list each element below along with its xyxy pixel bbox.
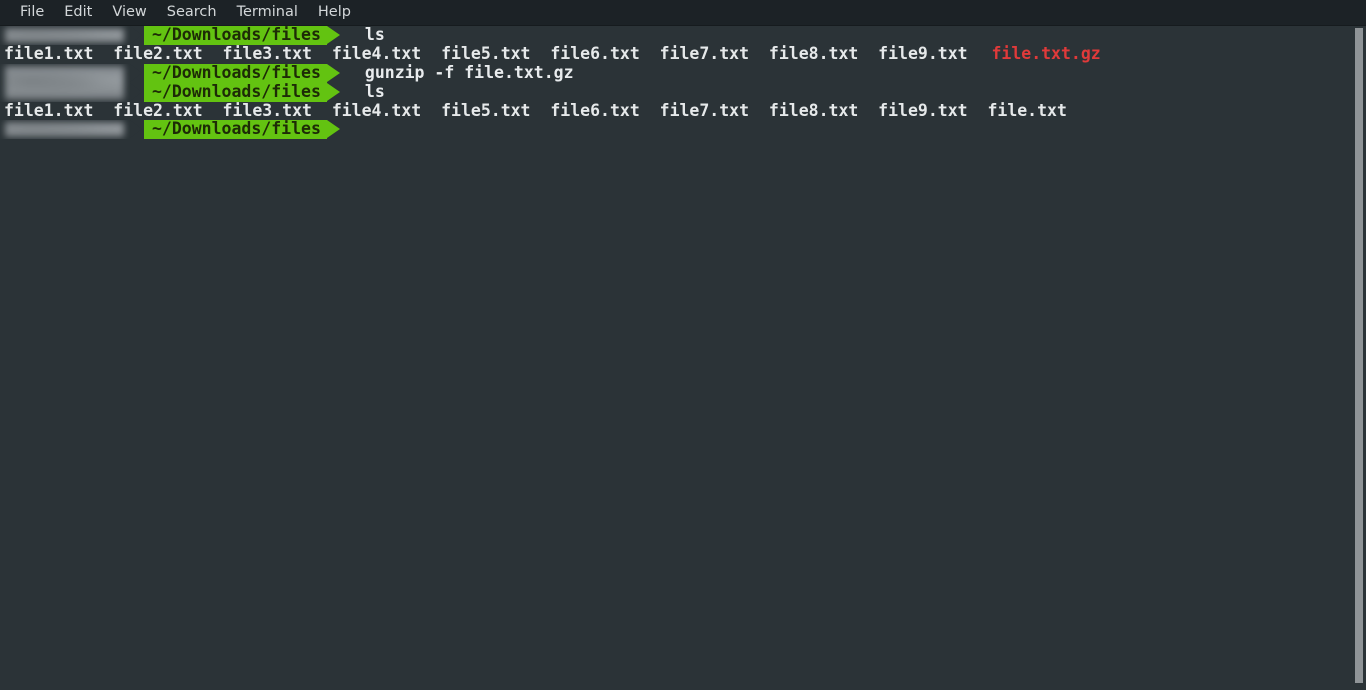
redacted-userhost-2 [0, 63, 130, 102]
segment-separator-icon [130, 26, 144, 45]
powerline-arrow-icon-1 [326, 26, 353, 44]
terminal-window[interactable]: ~/Downloads/files ls file1.txt file2.txt… [0, 26, 1366, 690]
prompt-path-3: ~/Downloads/files [144, 82, 327, 102]
command-input[interactable] [353, 120, 365, 139]
menu-bar: File Edit View Search Terminal Help [0, 0, 1366, 26]
prompt-line-4[interactable]: ~/Downloads/files [0, 120, 1352, 140]
menu-terminal[interactable]: Terminal [227, 0, 308, 25]
redacted-userhost-1 [0, 26, 130, 45]
powerline-arrow-icon-2 [326, 63, 353, 82]
prompt-path-1: ~/Downloads/files [144, 26, 327, 45]
prompt-line-3: ~/Downloads/files ls [130, 81, 574, 102]
archive-filename: file.txt.gz [991, 43, 1101, 63]
segment-separator-icon [130, 63, 144, 83]
output-line-2: file1.txt file2.txt file3.txt file4.txt … [0, 100, 1352, 121]
scrollbar-thumb[interactable] [1355, 28, 1363, 683]
output-text-2: file1.txt file2.txt file3.txt file4.txt … [4, 100, 1067, 120]
prompt-line-1: ~/Downloads/files ls [0, 26, 1352, 45]
output-line-1: file1.txt file2.txt file3.txt file4.txt … [0, 43, 1352, 64]
menu-edit[interactable]: Edit [54, 0, 102, 25]
segment-separator-icon [130, 82, 144, 102]
command-text-1: ls [364, 26, 385, 44]
menu-view[interactable]: View [102, 0, 156, 25]
powerline-arrow-icon-3 [326, 82, 353, 101]
prompt-path-2: ~/Downloads/files [144, 63, 327, 83]
prompt-group-2: ~/Downloads/files gunzip -f file.txt.gz … [0, 62, 1352, 102]
segment-separator-icon [130, 120, 144, 140]
redacted-userhost-3 [0, 120, 130, 140]
command-text-2: gunzip -f file.txt.gz [364, 62, 574, 82]
prompt-path-4: ~/Downloads/files [144, 120, 327, 140]
menu-help[interactable]: Help [308, 0, 361, 25]
terminal-scrollbar[interactable] [1352, 26, 1366, 690]
blur-overlay-icon [5, 65, 124, 100]
terminal-output-area[interactable]: ~/Downloads/files ls file1.txt file2.txt… [0, 26, 1352, 690]
output-text-1: file1.txt file2.txt file3.txt file4.txt … [4, 43, 988, 63]
command-text-3: ls [364, 81, 385, 101]
blur-overlay-icon [5, 122, 124, 138]
menu-file[interactable]: File [10, 0, 54, 25]
blur-overlay-icon [5, 28, 124, 43]
menu-search[interactable]: Search [157, 0, 227, 25]
powerline-arrow-icon-4 [326, 120, 353, 139]
prompt-line-2: ~/Downloads/files gunzip -f file.txt.gz [130, 62, 574, 83]
